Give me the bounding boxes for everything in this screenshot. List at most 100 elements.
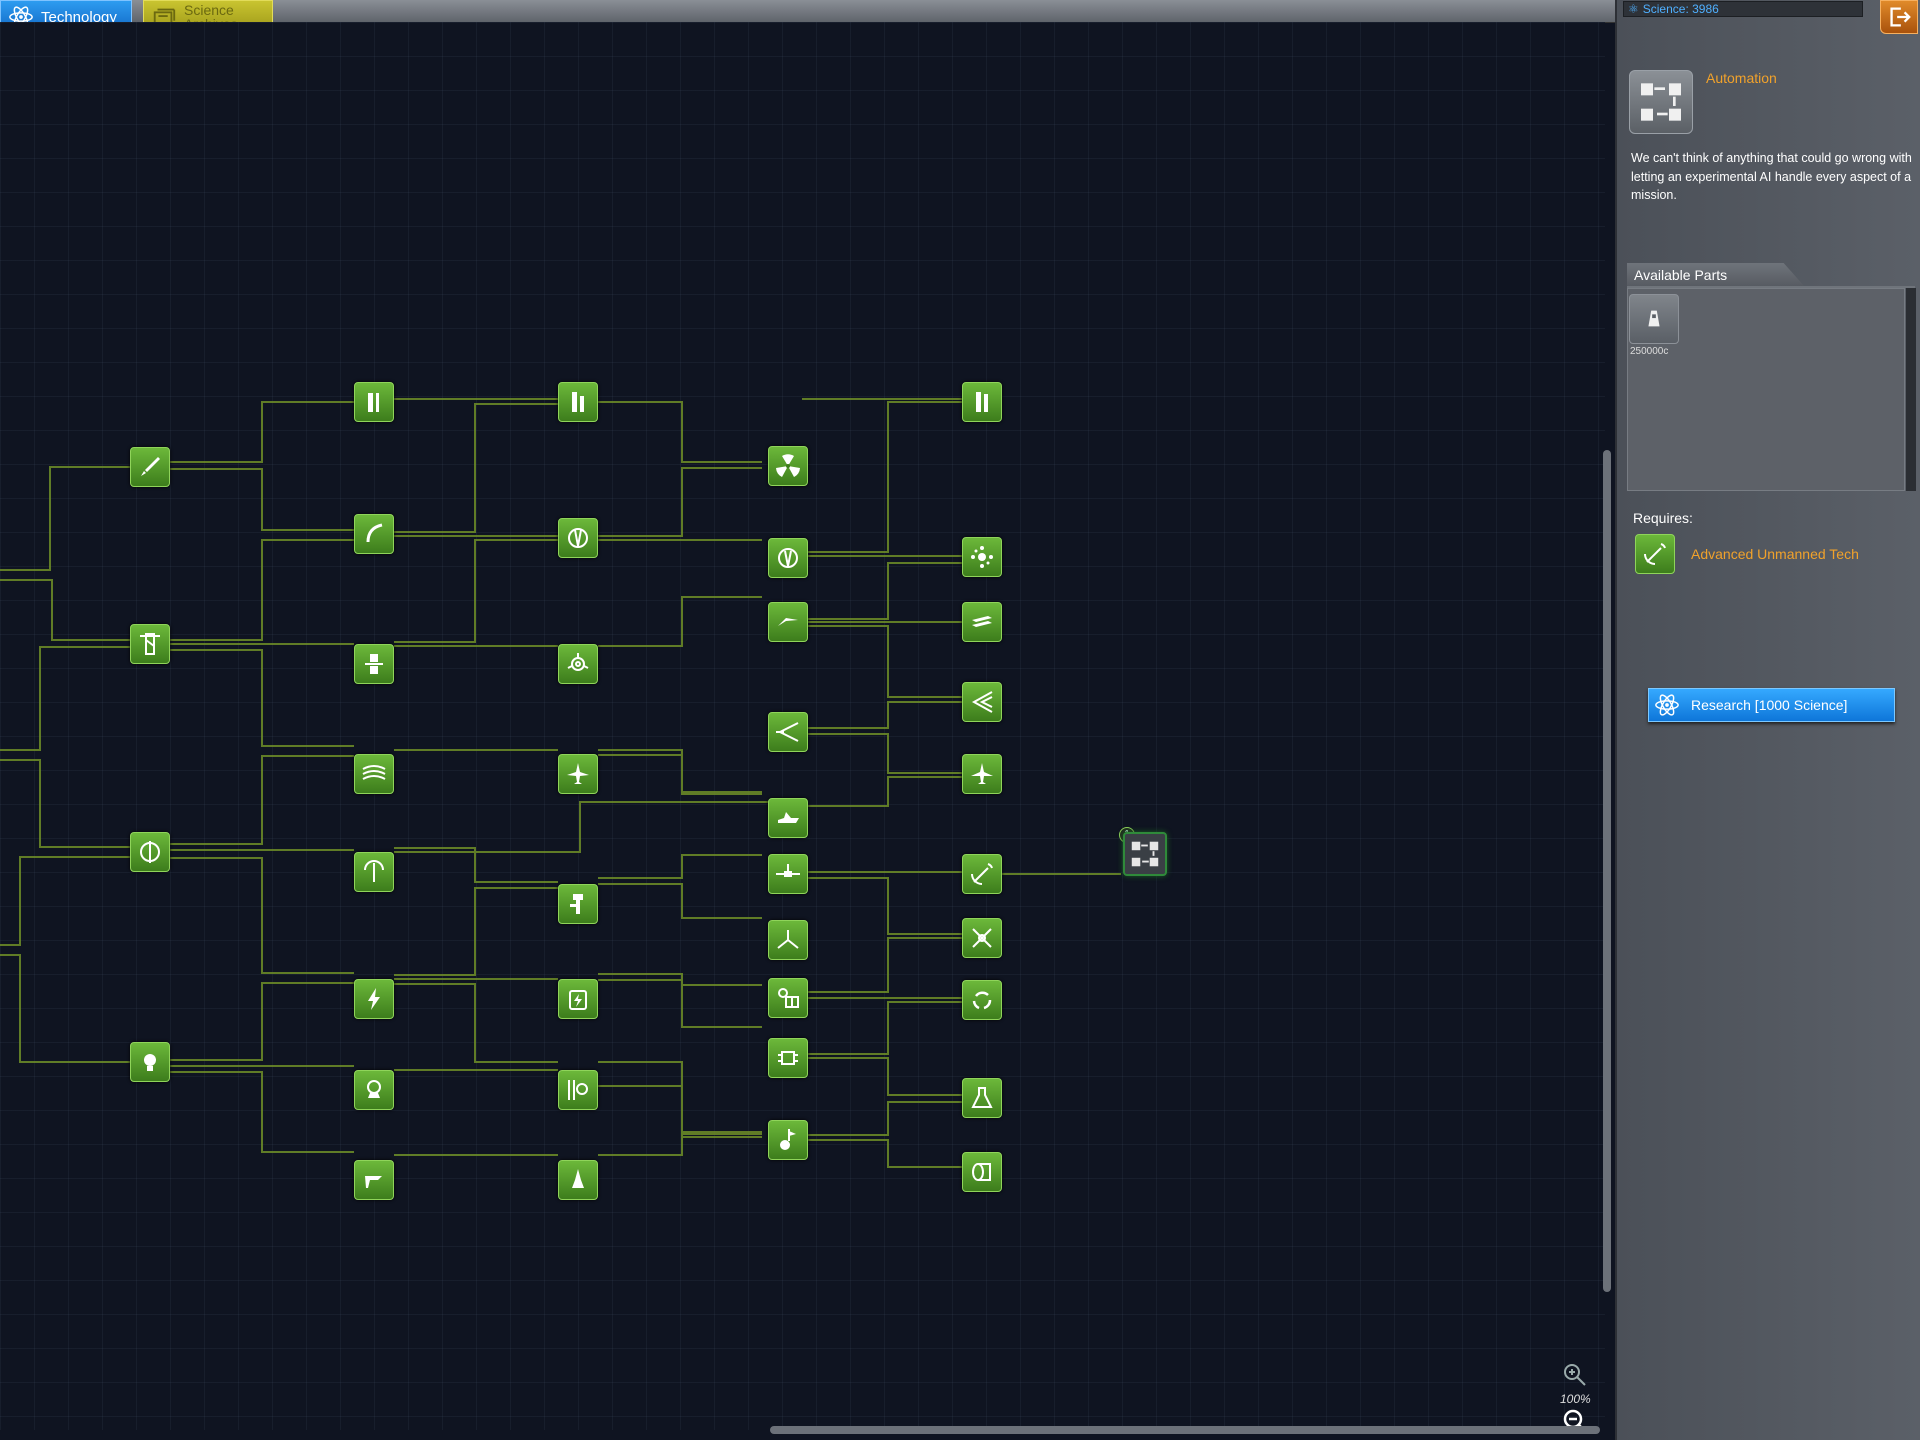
- automation-icon: [1641, 83, 1681, 121]
- tech-node-heavy-rocketry[interactable]: [354, 382, 394, 422]
- station-hub-icon: [971, 546, 993, 568]
- tech-node-advanced-aerodynamics[interactable]: [768, 798, 808, 838]
- tech-node-advanced-electrics[interactable]: [768, 978, 808, 1018]
- tech-node-basic-science[interactable]: [354, 979, 394, 1019]
- docking-port-icon: [567, 653, 589, 671]
- science-balance: ⚛ Science: 3986: [1623, 1, 1863, 17]
- launch-tower-icon: [976, 392, 988, 412]
- unmanned-antenna-icon: [971, 863, 993, 885]
- launch-tower-icon: [140, 633, 160, 655]
- tech-node-flight-control[interactable]: [354, 852, 394, 892]
- tech-node-unmanned-tech[interactable]: [768, 920, 808, 960]
- tech-node-precision-engineering[interactable]: [768, 1038, 808, 1078]
- tech-node-specialized-construction[interactable]: [558, 644, 598, 684]
- tech-node-field-science[interactable]: [768, 1120, 808, 1160]
- tech-node-advanced-flight-control[interactable]: [558, 884, 598, 924]
- tech-node-heavy-aerodynamics[interactable]: [962, 754, 1002, 794]
- lightning-icon: [368, 988, 380, 1010]
- lightbulb-icon: [144, 1054, 156, 1071]
- tech-node-heavy-landing[interactable]: [962, 1152, 1002, 1192]
- tech-node-high-altitude-flight[interactable]: [768, 538, 808, 578]
- available-parts-tab: Available Parts: [1627, 263, 1805, 287]
- chip-icon: [778, 1051, 798, 1065]
- tech-node-composites[interactable]: [962, 602, 1002, 642]
- requires-label: Requires:: [1633, 510, 1693, 526]
- zoom-level: 100%: [1560, 1392, 1591, 1406]
- rocket-icon: [141, 457, 160, 476]
- tripod-icon: [777, 930, 799, 949]
- science-icon: ⚛: [1628, 2, 1639, 16]
- sensor-icon: [780, 1129, 796, 1150]
- tech-node-aviation[interactable]: [558, 754, 598, 794]
- tech-node-nuclear-propulsion[interactable]: [768, 446, 808, 486]
- solar-panel-icon: [778, 988, 799, 1008]
- tech-node-rocketry[interactable]: [130, 447, 170, 487]
- radiation-icon: [776, 454, 800, 477]
- tech-node-specialized-control[interactable]: [962, 918, 1002, 958]
- selected-tech-title: Automation: [1706, 70, 1777, 86]
- flask-icon: [971, 1087, 993, 1108]
- tech-node-electrics-advanced[interactable]: [558, 979, 598, 1019]
- airplane-icon: [567, 763, 589, 784]
- recycle-icon: [972, 991, 992, 1010]
- tech-node-aerodynamics[interactable]: [354, 754, 394, 794]
- required-tech-icon[interactable]: [1635, 534, 1675, 574]
- ladder-crew-icon: [568, 1080, 588, 1100]
- lander-icon: [572, 1169, 584, 1188]
- decoupler-icon: [365, 654, 383, 674]
- jet-engine-icon: [972, 1163, 991, 1181]
- selected-tech-description: We can't think of anything that could go…: [1631, 151, 1912, 202]
- tech-node-advanced-exploration[interactable]: [768, 602, 808, 642]
- required-tech-name[interactable]: Advanced Unmanned Tech: [1691, 546, 1859, 562]
- part-tile[interactable]: [1629, 294, 1679, 344]
- tech-node-fuel-systems[interactable]: [354, 514, 394, 554]
- grapple-icon: [778, 618, 798, 626]
- tech-node-supersonic-flight[interactable]: [768, 712, 808, 752]
- tech-node-stability[interactable]: [130, 832, 170, 872]
- tech-node-automation[interactable]: [1123, 832, 1167, 876]
- tech-node-structural[interactable]: [354, 644, 394, 684]
- vertical-scrollbar[interactable]: [1603, 450, 1611, 1292]
- tech-node-advanced-science-tech[interactable]: [962, 1078, 1002, 1118]
- engine-icon: [778, 548, 798, 568]
- crew-icon: [367, 1080, 381, 1098]
- tech-node-very-heavy-rocketry[interactable]: [962, 382, 1002, 422]
- tech-tree-canvas[interactable]: 1 100%: [0, 22, 1605, 1430]
- tech-node-construction[interactable]: [130, 624, 170, 664]
- tech-node-hypersonic-flight[interactable]: [962, 682, 1002, 722]
- intake-icon: [971, 691, 993, 713]
- unmanned-antenna-icon: [1644, 543, 1666, 565]
- fuel-hose-icon: [366, 523, 383, 543]
- horizontal-scrollbar[interactable]: [770, 1426, 1600, 1434]
- zoom-in-button[interactable]: [1562, 1362, 1588, 1388]
- tech-node-landing[interactable]: [354, 1160, 394, 1200]
- probe-core-icon: [1648, 310, 1660, 327]
- parts-scrollbar[interactable]: [1906, 288, 1916, 491]
- intake-icon: [776, 722, 799, 742]
- launch-tower-icon: [368, 393, 379, 412]
- airplane-icon: [971, 763, 993, 784]
- battery-icon: [569, 990, 587, 1010]
- probe-arm-icon: [776, 864, 800, 877]
- tech-node-advanced-construction[interactable]: [962, 537, 1002, 577]
- engine-icon: [568, 528, 588, 548]
- tech-node-survivability[interactable]: [354, 1070, 394, 1110]
- tech-node-electrics[interactable]: [130, 1042, 170, 1082]
- gyroscope-icon: [140, 841, 160, 863]
- tech-node-advanced-unmanned-tech[interactable]: [962, 854, 1002, 894]
- research-button[interactable]: Research [1000 Science]: [1648, 688, 1895, 722]
- reaction-wheel-icon: [570, 894, 583, 914]
- part-cost: 250000c: [1630, 346, 1669, 357]
- tech-node-miniaturization[interactable]: [768, 854, 808, 894]
- tech-node-advanced-rocketry[interactable]: [558, 518, 598, 558]
- tech-node-heavier-rocketry[interactable]: [558, 382, 598, 422]
- tech-node-space-exploration[interactable]: [558, 1070, 598, 1110]
- landing-gear-icon: [778, 812, 799, 823]
- gyroscope-icon: [364, 860, 384, 882]
- exit-button[interactable]: [1880, 0, 1918, 34]
- research-button-label: Research [1000 Science]: [1691, 697, 1848, 713]
- tech-info-panel: ⚛ Science: 3986 Automation We can't thin…: [1615, 0, 1920, 1440]
- tech-node-advanced-landing[interactable]: [558, 1160, 598, 1200]
- airflow-icon: [362, 765, 386, 780]
- tech-node-high-power-electrics[interactable]: [962, 980, 1002, 1020]
